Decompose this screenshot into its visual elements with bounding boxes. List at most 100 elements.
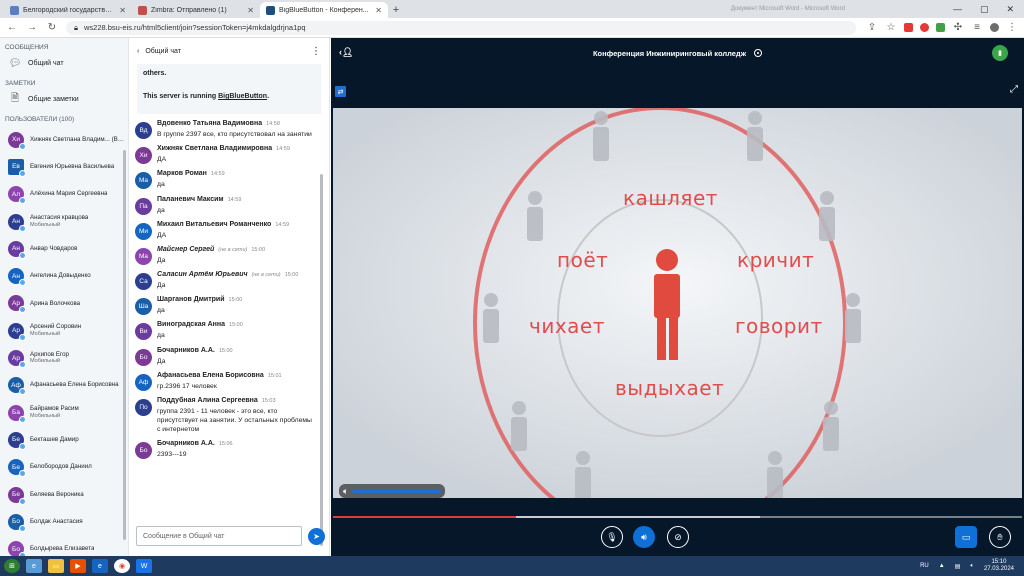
browser-tab-1[interactable]: Zimbra: Отправлено (1) ✕ — [132, 2, 260, 18]
system-clock[interactable]: 15:10 27.03.2024 — [984, 559, 1014, 573]
input-language[interactable]: RU — [920, 563, 929, 569]
extension-green-icon[interactable] — [936, 23, 945, 32]
user-list-item[interactable]: Бе Бекташев Дамир — [0, 426, 128, 453]
word-icon[interactable]: W — [136, 559, 152, 573]
user-list-item[interactable]: Ар Архипов Егор Мобильный — [0, 344, 128, 371]
user-list-item[interactable]: Бо Болдак Анастасия — [0, 508, 128, 535]
bookmark-star-icon[interactable]: ☆ — [885, 22, 897, 33]
url-bar[interactable]: 🔒︎ ws228.bsu-eis.ru/html5client/join?ses… — [66, 20, 856, 35]
mute-microphone-button[interactable]: 🎙︎ — [601, 526, 623, 548]
ie-icon[interactable]: e — [26, 559, 42, 573]
extension-red-icon[interactable] — [904, 23, 913, 32]
media-player-icon[interactable]: ▶ — [70, 559, 86, 573]
user-name: Беляева Вероника — [30, 491, 84, 499]
audio-status-icon — [19, 388, 26, 396]
lock-icon: 🔒︎ — [74, 22, 78, 32]
chat-message: Ша Шарганов Дмитрий 15:00 да — [129, 296, 321, 316]
user-list-item[interactable]: Ал Алёхина Мария Сергеевна — [0, 181, 128, 208]
user-name-text: Алёхина Мария Сергеевна — [30, 190, 108, 198]
browser-tab-0[interactable]: Белгородский государственный...✕ — [4, 2, 132, 18]
maximize-icon[interactable]: ▢ — [980, 4, 989, 15]
tray-arrow-icon[interactable]: ▲ — [939, 563, 945, 569]
message-text: 2393---19 — [157, 451, 187, 459]
avatar-initials: Бо — [139, 447, 148, 455]
user-list-item[interactable]: Бо Болдырева Елизавета — [0, 535, 128, 556]
chat-options-icon[interactable]: ⋮ — [311, 46, 321, 57]
user-list-toggle-icon[interactable]: ‹👤︎ — [339, 47, 353, 58]
message-header: Поддубная Алина Сергеевна 15:03 — [157, 397, 315, 404]
swap-layout-icon[interactable]: ⇄ — [335, 86, 346, 97]
chevron-left-icon[interactable]: ‹ — [137, 48, 139, 55]
user-list-item[interactable]: Ан Анастасия кравцова Мобильный — [0, 208, 128, 235]
user-list-item[interactable]: Бе Белобородов Даниил — [0, 454, 128, 481]
raise-hand-button[interactable]: ✋︎ — [989, 526, 1011, 548]
public-chat-item[interactable]: 💬︎ Общий чат — [0, 54, 128, 72]
user-name: Арина Волочкова — [30, 300, 80, 308]
message-header: Вдовенко Татьяна Вадимовна 14:58 — [157, 120, 312, 127]
new-tab-button[interactable]: + — [388, 2, 404, 18]
recording-indicator-icon[interactable] — [754, 49, 763, 57]
user-list-item[interactable]: Хи Хижняк Светлана Владим... (Вы) — [0, 126, 128, 153]
send-message-button[interactable]: ➤ — [308, 528, 325, 545]
user-list-scrollbar[interactable] — [123, 150, 126, 540]
avatar-initials: Хи — [139, 152, 148, 160]
avatar: Бо — [135, 348, 152, 366]
user-name-block: Евгения Юрьевна Васильева — [30, 163, 114, 171]
user-list-item[interactable]: Аф Афанасьева Елена Борисовна — [0, 372, 128, 399]
avatar-initials: Ев — [12, 163, 20, 171]
back-icon[interactable]: ← — [6, 22, 18, 33]
user-list-item[interactable]: Ан Ангелина Довыденко — [0, 262, 128, 289]
browser-menu-icon[interactable]: ⋮ — [1006, 22, 1018, 33]
folder-icon[interactable]: ▭ — [48, 559, 64, 573]
speaker-icon[interactable]: 🔈︎ — [343, 486, 348, 497]
close-tab-icon[interactable]: ✕ — [247, 6, 254, 15]
share-webcam-button[interactable]: ⊘ — [667, 526, 689, 548]
avatar-initials: Бе — [12, 436, 20, 444]
fullscreen-icon[interactable]: ⤢ — [1010, 84, 1018, 95]
audio-status-icon — [19, 470, 26, 478]
user-list-item[interactable]: Ар Арина Волочкова — [0, 290, 128, 317]
reading-list-icon[interactable]: ≡ — [971, 22, 983, 33]
user-list-item[interactable]: Бе Беляева Вероника — [0, 481, 128, 508]
avatar: Аф — [8, 377, 26, 396]
avatar: Ан — [8, 240, 26, 259]
user-list-item[interactable]: Ар Арсений Соровин Мобильный — [0, 317, 128, 344]
chat-scrollbar[interactable] — [320, 174, 323, 546]
tab-title: Белгородский государственный... — [23, 6, 116, 14]
user-name-block: Анвар Човдаров — [30, 245, 77, 253]
volume-tray-icon[interactable]: 🔈︎ — [970, 563, 974, 570]
connection-status-icon[interactable]: ▮ — [992, 45, 1008, 61]
avatar: Ви — [135, 323, 152, 341]
presentation-toggle-button[interactable]: ▭ — [955, 526, 977, 548]
user-name: Евгения Юрьевна Васильева — [30, 163, 114, 171]
volume-slider[interactable] — [352, 489, 441, 493]
video-progress[interactable] — [333, 516, 1022, 518]
user-list-item[interactable]: Ан Анвар Човдаров — [0, 235, 128, 262]
forward-icon[interactable]: → — [26, 22, 38, 33]
bigbluebutton-link[interactable]: BigBlueButton — [218, 93, 267, 100]
extensions-puzzle-icon[interactable]: ✣ — [952, 22, 964, 33]
audio-status-icon — [19, 306, 26, 314]
browser-tab-2[interactable]: BigBlueButton - Конферен... ✕ — [260, 2, 388, 18]
shared-notes-item[interactable]: 🗎︎ Общие заметки — [0, 90, 128, 108]
sender-name: Хижняк Светлана Владимировна — [157, 145, 273, 153]
start-button-icon[interactable]: ⊞ — [4, 559, 20, 573]
share-icon[interactable]: ⇪ — [866, 22, 878, 33]
close-window-icon[interactable]: ✕ — [1006, 4, 1014, 15]
user-list-item[interactable]: Ба Байрамов Расим Мобильный — [0, 399, 128, 426]
close-tab-icon[interactable]: ✕ — [119, 6, 126, 15]
reload-icon[interactable]: ↻ — [46, 22, 58, 33]
extension-opera-icon[interactable] — [920, 23, 929, 32]
audio-status-icon — [19, 333, 26, 341]
user-name-block: Арина Волочкова — [30, 300, 80, 308]
internet-explorer-icon[interactable]: e — [92, 559, 108, 573]
close-tab-icon[interactable]: ✕ — [375, 6, 382, 15]
chat-message-input[interactable]: Сообщение в Общий чат — [136, 526, 302, 546]
chrome-icon[interactable]: ◉ — [114, 559, 130, 573]
volume-control[interactable]: 🔈︎ — [339, 484, 445, 498]
minimize-icon[interactable]: — — [953, 4, 962, 14]
user-list-item[interactable]: Ев Евгения Юрьевна Васильева — [0, 153, 128, 180]
profile-avatar-icon[interactable] — [990, 23, 999, 32]
network-icon[interactable]: ▤ — [955, 563, 961, 570]
leave-audio-button[interactable]: 🔊︎ — [633, 526, 655, 548]
